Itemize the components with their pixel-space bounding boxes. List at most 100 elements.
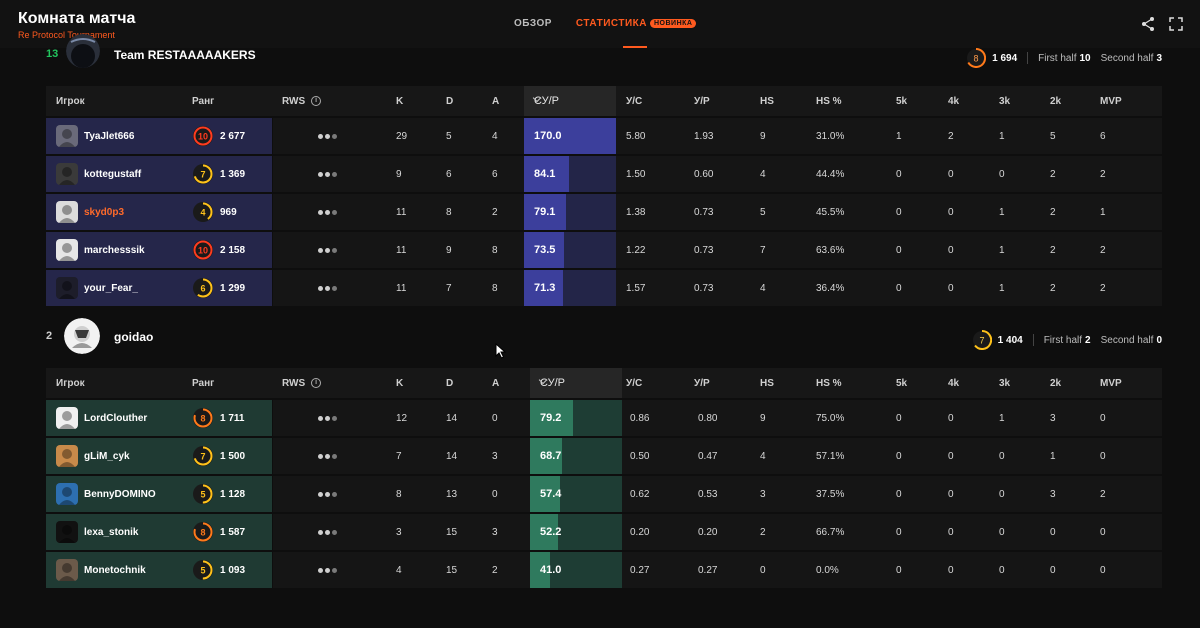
column-header-mvp[interactable]: MVP bbox=[1100, 368, 1122, 398]
table-row[interactable]: gLiM_cyk 7 1 500 7 14 3 68.7 0.50 0.47 4 57.1% 0 0 0 1… bbox=[46, 438, 1162, 474]
kdr-bar: 170.0 bbox=[524, 118, 616, 154]
tab-statistics[interactable]: СТАТИСТИКА НОВИНКА bbox=[576, 18, 697, 48]
column-header-player[interactable]: Игрок bbox=[56, 86, 85, 116]
player-avatar[interactable] bbox=[56, 125, 78, 147]
stat-k: 11 bbox=[396, 206, 407, 218]
kdr-value: 79.2 bbox=[540, 412, 562, 424]
column-header-player[interactable]: Игрок bbox=[56, 368, 85, 398]
column-header-rank[interactable]: Ранг bbox=[192, 86, 214, 116]
column-header-kdr[interactable]: СУ/Р bbox=[524, 86, 616, 116]
player-avatar[interactable] bbox=[56, 201, 78, 223]
stat-k4: 2 bbox=[948, 130, 954, 142]
player-name[interactable]: kottegustaff bbox=[84, 156, 141, 192]
table-row[interactable]: LordClouther 8 1 711 12 14 0 79.2 0.86 0.80 9 75.0… bbox=[46, 400, 1162, 436]
player-avatar[interactable] bbox=[56, 239, 78, 261]
column-header-label: MVP bbox=[1100, 377, 1122, 389]
table-row[interactable]: skyd0p3 4 969 11 8 2 79.1 1.38 0.73 5 45.5% 0 0 1 2 1 bbox=[46, 194, 1162, 230]
stat-a: 2 bbox=[492, 564, 498, 576]
column-header-kr[interactable]: У/С bbox=[626, 86, 642, 116]
stat-d: 15 bbox=[446, 526, 458, 538]
team-logo[interactable] bbox=[66, 34, 100, 68]
tournament-link[interactable]: Re Protocol Tournament bbox=[18, 30, 115, 40]
player-name[interactable]: gLiM_cyk bbox=[84, 438, 130, 474]
table-row[interactable]: lexa_stonik 8 1 587 3 15 3 52.2 0.20 0.20 2 66.7% 0… bbox=[46, 514, 1162, 550]
stat-k3: 0 bbox=[999, 488, 1005, 500]
column-header-k[interactable]: K bbox=[396, 86, 403, 116]
column-header-label: HS bbox=[760, 377, 774, 389]
team-name[interactable]: goidao bbox=[114, 330, 153, 344]
player-name[interactable]: lexa_stonik bbox=[84, 514, 138, 550]
player-name[interactable]: marchesssik bbox=[84, 232, 145, 268]
column-header-a[interactable]: A bbox=[492, 368, 499, 398]
player-name[interactable]: Monetochnik bbox=[84, 552, 146, 588]
player-name[interactable]: BennyDOMINO bbox=[84, 476, 156, 512]
stat-k3: 1 bbox=[999, 206, 1005, 218]
column-header-k5[interactable]: 5k bbox=[896, 368, 907, 398]
column-header-rank[interactable]: Ранг bbox=[192, 368, 214, 398]
player-avatar[interactable] bbox=[56, 559, 78, 581]
team-logo[interactable] bbox=[64, 318, 100, 354]
player-name[interactable]: your_Fear_ bbox=[84, 270, 138, 306]
column-header-k3[interactable]: 3k bbox=[999, 86, 1010, 116]
column-header-rws[interactable]: RWS i bbox=[282, 368, 322, 398]
player-name[interactable]: skyd0p3 bbox=[84, 194, 124, 230]
column-header-dr[interactable]: У/Р bbox=[694, 368, 710, 398]
column-header-label: 2k bbox=[1050, 95, 1062, 107]
column-header-mvp[interactable]: MVP bbox=[1100, 86, 1122, 116]
stat-a: 6 bbox=[492, 168, 498, 180]
player-avatar[interactable] bbox=[56, 483, 78, 505]
column-header-hs[interactable]: HS bbox=[760, 368, 774, 398]
loading-dot bbox=[332, 529, 337, 535]
table-row[interactable]: Monetochnik 5 1 093 4 15 2 41.0 0.27 0.27 0 0.0% 0 0… bbox=[46, 552, 1162, 588]
tab-overview[interactable]: ОБЗОР bbox=[514, 18, 552, 29]
skill-level-icon: 7 bbox=[193, 164, 213, 184]
column-header-a[interactable]: A bbox=[492, 86, 499, 116]
column-header-k2[interactable]: 2k bbox=[1050, 86, 1061, 116]
info-icon[interactable]: i bbox=[311, 96, 322, 106]
player-name[interactable]: LordClouther bbox=[84, 400, 147, 436]
team-score: 13 bbox=[46, 48, 59, 60]
player-elo: 1 093 bbox=[220, 564, 246, 576]
table-row[interactable]: marchesssik 10 2 158 11 9 8 73.5 1.22 0.73 7 63.6%… bbox=[46, 232, 1162, 268]
table-row[interactable]: TyaJlet666 10 2 677 29 5 4 170.0 5.80 1.93 9 31.0%… bbox=[46, 118, 1162, 154]
loading-dot bbox=[325, 529, 330, 535]
column-header-k5[interactable]: 5k bbox=[896, 86, 907, 116]
column-header-dr[interactable]: У/Р bbox=[694, 86, 710, 116]
column-header-k4[interactable]: 4k bbox=[948, 86, 959, 116]
second-half-score: 3 bbox=[1156, 52, 1162, 64]
player-avatar[interactable] bbox=[56, 407, 78, 429]
rws-loading-indicator bbox=[318, 194, 339, 230]
stat-hs: 4 bbox=[760, 450, 766, 462]
column-header-kr[interactable]: У/С bbox=[626, 368, 642, 398]
team-name[interactable]: Team RESTAAAAAKERS bbox=[114, 48, 256, 62]
column-header-rws[interactable]: RWS i bbox=[282, 86, 322, 116]
column-header-k3[interactable]: 3k bbox=[999, 368, 1010, 398]
column-header-hs[interactable]: HS bbox=[760, 86, 774, 116]
loading-dot bbox=[325, 567, 330, 573]
table-row[interactable]: your_Fear_ 6 1 299 11 7 8 71.3 1.57 0.73 4 36.4% 0 0… bbox=[46, 270, 1162, 306]
column-header-hsp[interactable]: HS % bbox=[816, 86, 842, 116]
player-avatar[interactable] bbox=[56, 163, 78, 185]
table-row[interactable]: BennyDOMINO 5 1 128 8 13 0 57.4 0.62 0.53 3 37.5% 0… bbox=[46, 476, 1162, 512]
table-row[interactable]: kottegustaff 7 1 369 9 6 6 84.1 1.50 0.60 4 44.4% 0… bbox=[46, 156, 1162, 192]
column-header-k2[interactable]: 2k bbox=[1050, 368, 1061, 398]
column-header-d[interactable]: D bbox=[446, 86, 453, 116]
skill-level-icon: 6 bbox=[193, 278, 213, 298]
column-header-kdr[interactable]: СУ/Р bbox=[530, 368, 622, 398]
expand-icon[interactable] bbox=[1168, 16, 1184, 32]
player-avatar[interactable] bbox=[56, 445, 78, 467]
column-header-k[interactable]: K bbox=[396, 368, 403, 398]
info-icon[interactable]: i bbox=[311, 378, 322, 388]
first-half-score: 2 bbox=[1085, 334, 1091, 346]
column-header-k4[interactable]: 4k bbox=[948, 368, 959, 398]
loading-dot bbox=[332, 247, 337, 253]
loading-dot bbox=[318, 285, 323, 291]
share-icon[interactable] bbox=[1140, 16, 1156, 32]
player-avatar[interactable] bbox=[56, 521, 78, 543]
rws-loading-indicator bbox=[318, 118, 339, 154]
player-name[interactable]: TyaJlet666 bbox=[84, 118, 134, 154]
column-header-d[interactable]: D bbox=[446, 368, 453, 398]
player-avatar[interactable] bbox=[56, 277, 78, 299]
kdr-bar: 57.4 bbox=[530, 476, 622, 512]
column-header-hsp[interactable]: HS % bbox=[816, 368, 842, 398]
